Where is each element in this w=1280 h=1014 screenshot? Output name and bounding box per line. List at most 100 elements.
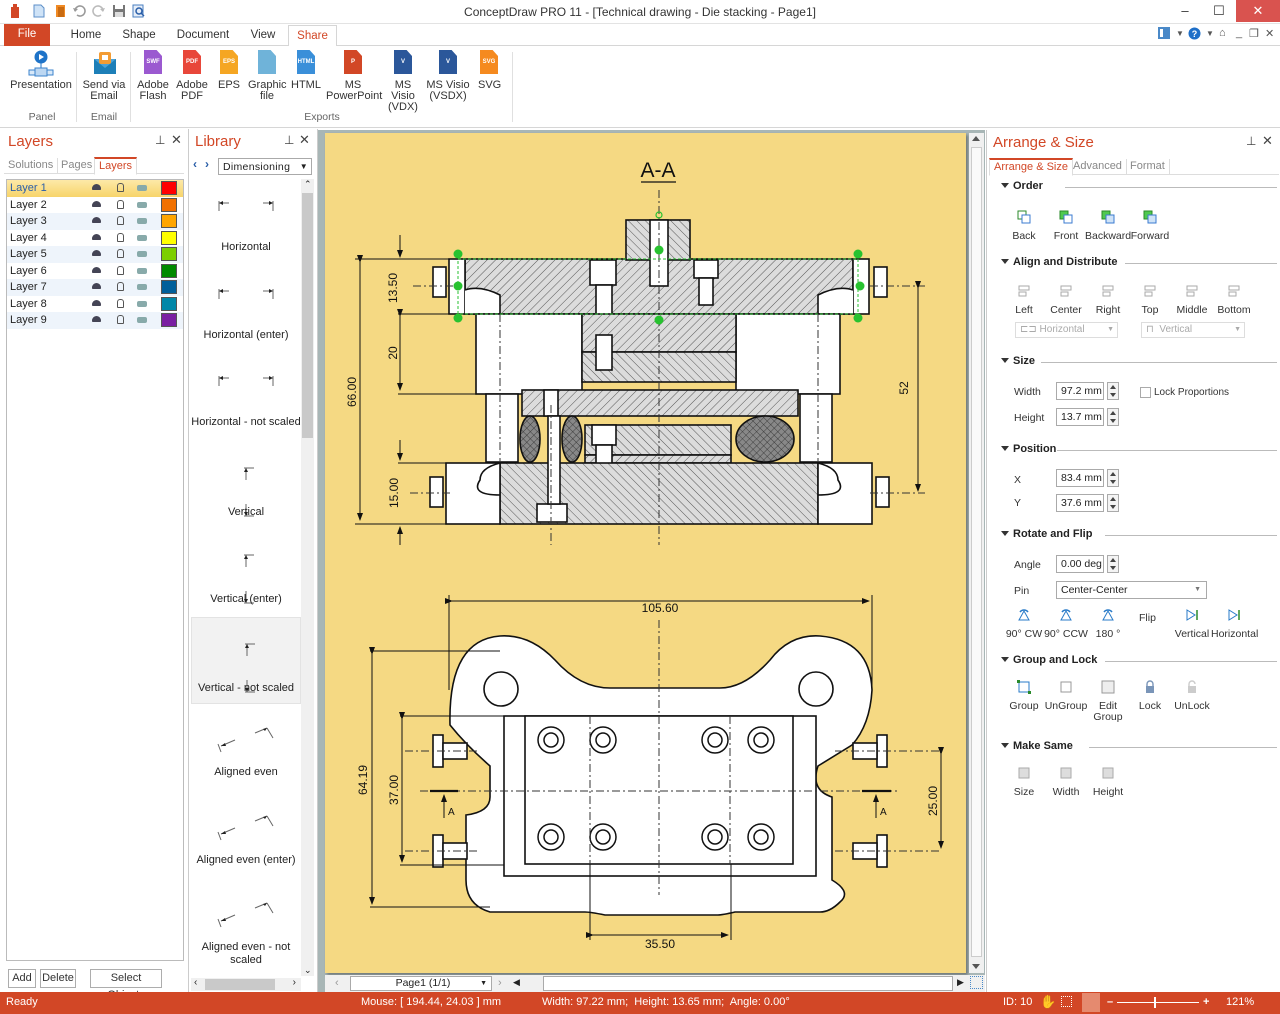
height-stepper[interactable] [1107,408,1119,426]
layer-color-swatch[interactable] [161,197,177,212]
layer-row[interactable]: Layer 9 [7,312,183,329]
height-input[interactable]: 13.7 mm [1056,408,1104,426]
page-select[interactable]: Page1 (1/1) ▼ [350,976,492,991]
prev-page-icon[interactable]: ‹ [335,977,339,989]
visible-eye-icon[interactable] [92,266,101,273]
selection-handle[interactable] [654,315,664,325]
layer-row[interactable]: Layer 3 [7,213,183,230]
library-hscrollbar[interactable]: ‹ › [191,977,301,991]
presentation-button[interactable]: Presentation [8,50,74,91]
lock-icon[interactable] [117,315,124,324]
pan-hand-icon[interactable]: ✋ [1040,992,1056,1012]
distribute-vertical-select[interactable]: ⊓ Vertical ▼ [1141,322,1245,338]
unlock-icon[interactable] [117,232,124,242]
pdf-file-export-button[interactable]: PDF Adobe PDF [174,50,210,102]
section-group-lock[interactable]: Group and Lock [1001,654,1277,666]
subtab-layers[interactable]: Layers [94,157,138,175]
flip-vertical-button[interactable]: Vertical [1169,608,1215,640]
printable-icon[interactable] [137,300,147,307]
angle-input[interactable]: 0.00 deg [1056,555,1104,573]
powerpoint-export-button[interactable]: P MS PowerPoint [326,50,382,102]
canvas-vscroll-thumb[interactable] [971,147,982,957]
library-shape-item[interactable]: Aligned even (enter) [191,792,301,879]
layer-row[interactable]: Layer 7 [7,279,183,296]
send-via-email-button[interactable]: Send via Email [82,50,126,102]
svg-file-export-button[interactable]: SVG SVG [478,50,501,91]
section-align[interactable]: Align and Distribute [1001,256,1277,268]
swf-file-export-button[interactable]: SWF Adobe Flash [134,50,172,102]
width-stepper[interactable] [1107,382,1119,400]
layer-row[interactable]: Layer 6 [7,262,183,279]
subtab-format[interactable]: Format [1126,159,1170,175]
align-right-button[interactable]: Right [1085,284,1131,316]
rotate-90-ccw-button[interactable]: 90° CCW [1043,608,1089,640]
group-unlock-button[interactable]: UnLock [1169,680,1215,712]
next-page-icon[interactable]: › [498,977,502,989]
subtab-advanced[interactable]: Advanced [1069,159,1127,175]
tab-share[interactable]: Share [288,25,337,47]
zoom-slider[interactable] [1117,1002,1199,1003]
add-layer-button[interactable]: Add [8,969,36,988]
distribute-horizontal-select[interactable]: ⊏⊐ Horizontal ▼ [1015,322,1118,338]
canvas-vscrollbar[interactable] [969,133,984,973]
selection-handle[interactable] [453,249,463,259]
selection-handle[interactable] [853,249,863,259]
layer-name[interactable]: Layer 8 [10,296,47,312]
unlock-icon[interactable] [117,199,124,209]
layer-row[interactable]: Layer 2 [7,196,183,213]
y-input[interactable]: 37.6 mm [1056,494,1104,512]
library-shape-item[interactable]: Aligned even [191,704,301,791]
width-input[interactable]: 97.2 mm [1056,382,1104,400]
printable-icon[interactable] [137,251,147,257]
fit-selection-icon[interactable] [1082,993,1100,1012]
library-shape-item[interactable]: Vertical - not scaled [191,616,301,704]
drawing-page[interactable]: A-A 13.50 20 66.00 15.00 52 105.60 64.19… [325,133,966,973]
tab-file[interactable]: File [4,24,50,46]
minimize-button[interactable]: – [1168,0,1202,22]
library-scrollbar[interactable]: ⌃ ⌄ [301,179,314,976]
fit-page-icon[interactable] [970,976,983,989]
section-position[interactable]: Position [1001,443,1277,455]
chevron-down-icon[interactable]: ▼ [1176,29,1184,38]
library-select[interactable]: Dimensioning ▼ [218,158,312,175]
html-file-export-button[interactable]: HTML HTML [290,50,322,91]
order-front-button[interactable]: Front [1043,210,1089,242]
layout-options-icon[interactable] [1158,27,1170,42]
layer-color-swatch[interactable] [161,214,177,228]
doc-restore-button[interactable]: ❐ [1249,27,1259,40]
delete-layer-button[interactable]: Delete [40,969,76,988]
subtab-pages[interactable]: Pages [57,158,98,174]
printable-icon[interactable] [137,284,147,290]
library-shape-item[interactable]: Vertical (enter) [191,529,301,616]
library-shape-item[interactable]: Horizontal (enter) [191,267,301,354]
canvas-hscrollbar[interactable] [543,976,953,991]
layer-name[interactable]: Layer 7 [10,279,47,295]
scroll-left-icon[interactable]: ‹ [194,977,197,988]
collapse-ribbon-icon[interactable]: ⌂ [1219,27,1226,39]
section-order[interactable]: Order [1001,180,1277,192]
make-same-size-button[interactable]: Size [1001,766,1047,798]
unlock-icon[interactable] [117,265,124,275]
scroll-right-icon[interactable]: › [293,977,296,988]
subtab-solutions[interactable]: Solutions [4,158,59,174]
layer-name[interactable]: Layer 3 [10,213,47,229]
align-top-button[interactable]: Top [1127,284,1173,316]
chevron-down-icon[interactable]: ▼ [1206,29,1214,38]
library-scroll-thumb[interactable] [302,193,313,438]
visible-eye-icon[interactable] [92,316,101,322]
order-back-button[interactable]: Back [1001,210,1047,242]
maximize-button[interactable]: ☐ [1202,0,1236,22]
tab-home[interactable]: Home [64,25,108,46]
printable-icon[interactable] [137,234,147,241]
scroll-down-icon[interactable]: ⌄ [304,965,312,976]
visible-eye-icon[interactable] [92,184,101,190]
selection-handle[interactable] [453,313,463,323]
unlock-icon[interactable] [117,282,124,291]
align-middle-button[interactable]: Middle [1169,284,1215,316]
y-stepper[interactable] [1107,494,1119,512]
close-window-button[interactable]: ✕ [1236,0,1280,22]
group-group-button[interactable]: Group [1001,680,1047,712]
layer-name[interactable]: Layer 4 [10,230,47,246]
rotate-180-button[interactable]: 180 ° [1085,608,1131,640]
library-shape-item[interactable]: Horizontal - not scaled [191,354,301,441]
